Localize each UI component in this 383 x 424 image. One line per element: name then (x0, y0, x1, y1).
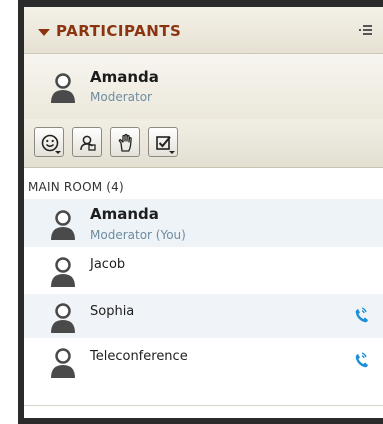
participant-row[interactable]: Sophia (24, 294, 383, 338)
participant-name: Amanda (90, 205, 159, 223)
panel-footer-divider (24, 405, 383, 406)
phone-audio-icon (355, 307, 368, 323)
participant-role: Moderator (You) (90, 228, 186, 242)
checkbox-icon (156, 136, 171, 150)
smiley-icon (41, 134, 59, 152)
hand-icon (118, 133, 132, 152)
status-toolbar (24, 119, 383, 168)
participant-row[interactable]: Amanda Moderator (You) (24, 199, 383, 247)
user-avatar-icon (51, 348, 75, 378)
user-avatar-icon (51, 210, 75, 240)
participant-row[interactable]: Jacob (24, 248, 383, 292)
participant-row[interactable]: Teleconference (24, 339, 383, 383)
panel-title: PARTICIPANTS (56, 22, 182, 40)
options-menu-icon[interactable] (359, 25, 373, 37)
presenter-button[interactable] (72, 127, 102, 157)
emoticon-status-button[interactable] (34, 127, 64, 157)
participant-name: Jacob (90, 257, 126, 272)
participant-name: Teleconference (90, 349, 188, 364)
user-avatar-icon (51, 303, 75, 333)
user-avatar-icon (51, 73, 75, 103)
phone-audio-icon (355, 352, 368, 368)
current-user-role: Moderator (90, 90, 152, 104)
participant-name: Sophia (90, 304, 135, 319)
raise-hand-button[interactable] (110, 127, 140, 157)
current-user-card: Amanda Moderator (24, 54, 383, 119)
participants-panel: PARTICIPANTS Amanda Moderator MAIN ROOM … (24, 7, 383, 418)
main-room-label: MAIN ROOM (4) (28, 180, 124, 194)
presenter-icon (80, 135, 96, 151)
user-avatar-icon (51, 257, 75, 287)
current-user-name: Amanda (90, 68, 159, 86)
panel-header[interactable]: PARTICIPANTS (24, 7, 383, 54)
agree-button[interactable] (148, 127, 178, 157)
collapse-arrow-icon[interactable] (38, 29, 50, 36)
window-frame: PARTICIPANTS Amanda Moderator MAIN ROOM … (18, 0, 383, 424)
